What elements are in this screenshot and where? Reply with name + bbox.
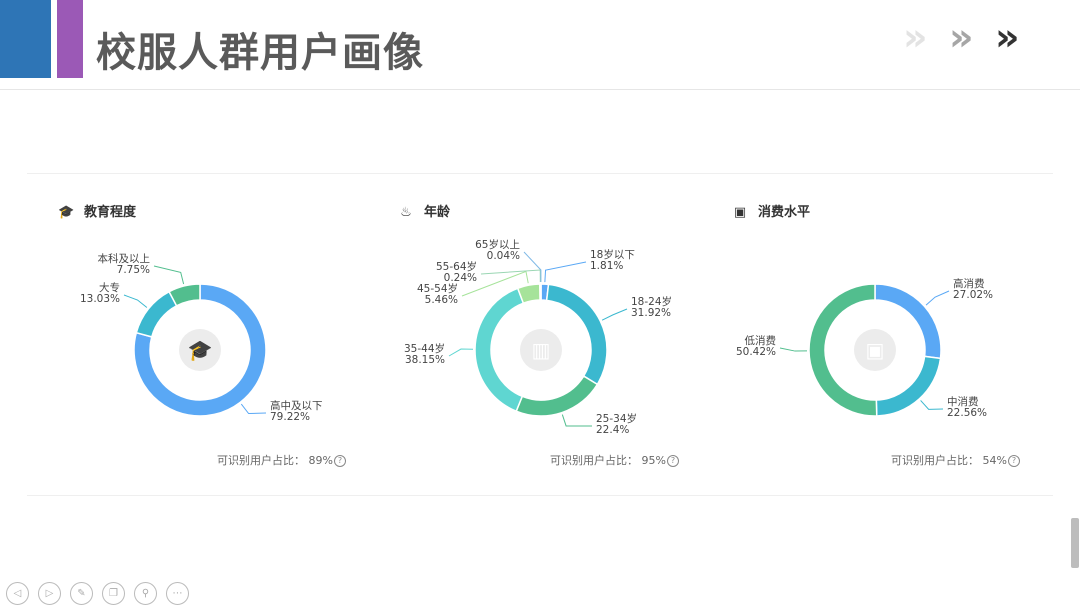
education-coverage: 可识别用户占比： 89%? — [217, 452, 346, 468]
slice-value-label: 50.42% — [736, 346, 776, 358]
prev-slide-button[interactable]: ◁ — [6, 582, 29, 605]
scrollbar-thumb[interactable] — [1071, 518, 1079, 568]
slice-value-label: 13.03% — [80, 293, 120, 305]
slides-overview-button[interactable]: ❐ — [102, 582, 125, 605]
slide-nav-controls: ◁ ▷ ✎ ❐ ⚲ ⋯ — [6, 582, 189, 605]
slice-value-label: 22.4% — [596, 424, 629, 436]
leader-line — [544, 261, 587, 283]
leader-line — [925, 290, 950, 306]
pen-tool-button[interactable]: ✎ — [70, 582, 93, 605]
leader-line — [779, 347, 808, 352]
leader-line — [523, 251, 542, 283]
slice-value-label: 7.75% — [117, 264, 150, 276]
leader-line — [601, 308, 628, 321]
graduation-cap-icon: 🎓 — [188, 338, 213, 362]
slice-value-label: 79.22% — [270, 411, 310, 423]
more-options-button[interactable]: ⋯ — [166, 582, 189, 605]
help-icon[interactable]: ? — [333, 455, 346, 467]
leader-line — [153, 265, 185, 285]
zoom-button[interactable]: ⚲ — [134, 582, 157, 605]
slice-value-label: 5.46% — [425, 294, 458, 306]
donut-slice-3[interactable] — [515, 375, 599, 417]
slice-value-label: 1.81% — [590, 260, 623, 272]
cake-icon: ▥ — [532, 338, 551, 362]
next-slide-button[interactable]: ▷ — [38, 582, 61, 605]
donut-slice-2[interactable] — [545, 283, 608, 386]
help-icon[interactable]: ? — [666, 455, 679, 467]
spending-coverage: 可识别用户占比： 54%? — [891, 452, 1020, 468]
donut-charts: 高中及以下79.22%大专13.03%本科及以上7.75%🎓18岁以下1.81%… — [80, 238, 993, 436]
leader-line — [561, 414, 593, 427]
donut-slice-4[interactable] — [474, 287, 525, 413]
help-icon[interactable]: ? — [1007, 455, 1020, 467]
age-coverage: 可识别用户占比： 95%? — [550, 452, 679, 468]
slice-value-label: 22.56% — [947, 407, 987, 419]
leader-line — [123, 294, 148, 308]
slice-value-label: 31.92% — [631, 307, 671, 319]
slice-value-label: 0.24% — [444, 272, 477, 284]
leader-line — [240, 403, 267, 415]
wallet-icon: ▣ — [866, 338, 885, 362]
slice-value-label: 27.02% — [953, 289, 993, 301]
leader-line — [920, 400, 944, 410]
slice-value-label: 0.04% — [487, 250, 520, 262]
donut-slice-2[interactable] — [135, 290, 178, 338]
leader-line — [448, 348, 474, 357]
leader-line — [480, 269, 541, 283]
slice-value-label: 38.15% — [405, 354, 445, 366]
